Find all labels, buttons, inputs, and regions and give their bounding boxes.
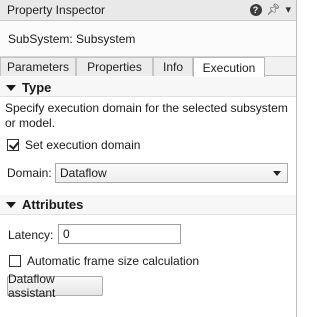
dropdown-arrow-icon	[273, 171, 281, 176]
attributes-section: Attributes	[0, 195, 296, 215]
tab-label: Properties	[87, 60, 142, 74]
tab-info[interactable]: Info	[153, 57, 193, 76]
latency-value: 0	[63, 227, 70, 241]
tab-label: Parameters	[6, 60, 70, 74]
domain-label: Domain:	[7, 166, 52, 180]
tab-execution[interactable]: Execution	[193, 57, 265, 77]
tab-label: Execution	[202, 60, 256, 75]
domain-select-value: Dataflow	[60, 166, 107, 180]
collapse-triangle-icon	[6, 201, 16, 208]
property-inspector-panel: Property Inspector ? 📌︎ ▾ SubSystem: Sub…	[0, 0, 297, 317]
subsystem-label: SubSystem: Subsystem	[8, 31, 136, 46]
latency-input[interactable]: 0	[58, 224, 181, 244]
attributes-section-header[interactable]: Attributes	[0, 195, 296, 215]
help-icon[interactable]: ?	[249, 4, 262, 16]
tab-label: Info	[162, 60, 183, 74]
tab-parameters[interactable]: Parameters	[0, 57, 76, 76]
tab-properties[interactable]: Properties	[76, 57, 153, 76]
tab-bar: Parameters Properties Info Execution	[0, 57, 296, 77]
subsystem-header: SubSystem: Subsystem	[0, 21, 296, 57]
auto-frame-label: Automatic frame size calculation	[27, 254, 200, 268]
check-icon	[8, 139, 20, 150]
type-description: Specify execution domain for the selecte…	[5, 101, 288, 130]
type-section: Type Specify execution domain for the se…	[0, 77, 296, 131]
auto-frame-row[interactable]: Automatic frame size calculation	[9, 254, 199, 268]
set-domain-label: Set execution domain	[25, 138, 141, 152]
latency-label: Latency:	[8, 228, 54, 242]
title-bar-icons: ? 📌︎ ▾	[249, 4, 291, 16]
dataflow-assistant-button[interactable]: Dataflow assistant	[7, 272, 103, 300]
menu-icon[interactable]: ▾	[285, 4, 291, 16]
section-title: Attributes	[22, 197, 84, 212]
domain-select[interactable]: Dataflow	[55, 163, 288, 183]
pin-icon[interactable]: 📌︎	[267, 4, 281, 16]
auto-frame-checkbox[interactable]	[9, 255, 21, 267]
set-domain-checkbox[interactable]	[7, 139, 20, 151]
type-section-header[interactable]: Type	[0, 77, 296, 97]
collapse-triangle-icon	[6, 84, 16, 91]
button-label: Dataflow assistant	[8, 272, 56, 300]
panel-title: Property Inspector	[7, 3, 106, 17]
set-domain-row[interactable]: Set execution domain	[7, 138, 140, 152]
title-bar: Property Inspector ? 📌︎ ▾	[0, 0, 296, 21]
section-title: Type	[22, 80, 52, 95]
